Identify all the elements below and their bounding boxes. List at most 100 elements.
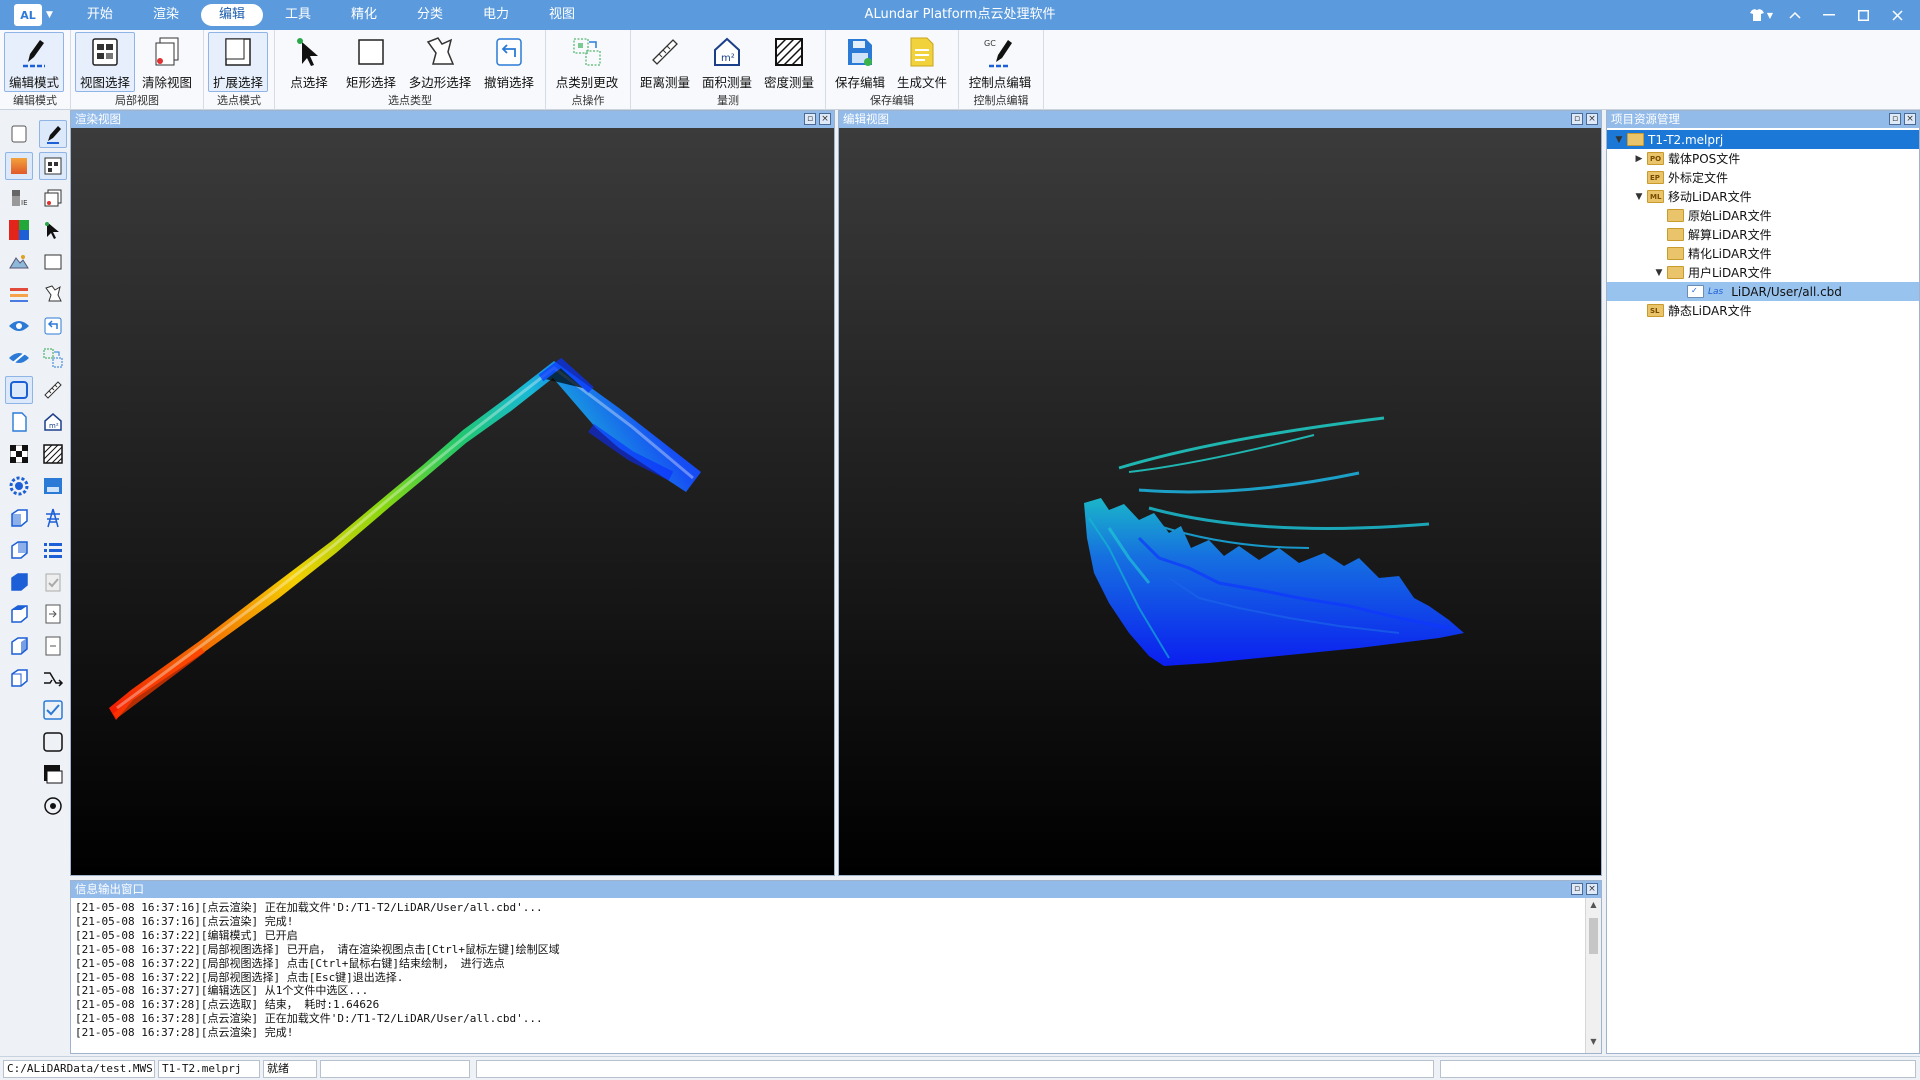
app-logo[interactable]: AL xyxy=(14,4,42,26)
tree-item[interactable]: ▼ 用户LiDAR文件 xyxy=(1607,263,1919,282)
skin-icon[interactable]: ▼ xyxy=(1744,0,1778,30)
menu-tab[interactable]: 视图 xyxy=(531,4,593,26)
tree-item[interactable]: SL 静态LiDAR文件 xyxy=(1607,301,1919,320)
close-panel-button[interactable]: × xyxy=(1904,113,1916,125)
tree-item[interactable]: ▼ ML 移动LiDAR文件 xyxy=(1607,187,1919,206)
lines-render-icon[interactable] xyxy=(5,280,33,308)
menu-tab[interactable]: 工具 xyxy=(267,4,329,26)
page-flip-icon[interactable] xyxy=(5,408,33,436)
close-panel-button[interactable]: × xyxy=(1586,883,1598,895)
close-panel-button[interactable]: × xyxy=(1586,113,1598,125)
minimize-icon[interactable] xyxy=(1812,0,1846,30)
checkbox-checked-icon[interactable] xyxy=(39,696,67,724)
edit-view-canvas[interactable] xyxy=(839,128,1601,875)
tree-item[interactable]: ▼ T1-T2.melprj xyxy=(1607,130,1919,149)
eye-hide-icon[interactable] xyxy=(5,344,33,372)
merge-arrow-icon[interactable] xyxy=(39,664,67,692)
bottom-view-icon[interactable] xyxy=(5,600,33,628)
ribbon-button[interactable]: GC 控制点编辑 xyxy=(963,32,1037,92)
class-change-small-icon[interactable] xyxy=(39,344,67,372)
clipboard-check-icon[interactable] xyxy=(39,568,67,596)
tree-item[interactable]: 原始LiDAR文件 xyxy=(1607,206,1919,225)
tree-item[interactable]: 解算LiDAR文件 xyxy=(1607,225,1919,244)
float-panel-button[interactable]: ▫ xyxy=(1571,113,1583,125)
project-panel-header: 项目资源管理 ▫ × xyxy=(1607,111,1919,128)
remove-doc-icon[interactable] xyxy=(39,632,67,660)
ruler-small-icon[interactable] xyxy=(39,376,67,404)
radio-target-icon[interactable] xyxy=(39,792,67,820)
ribbon-button[interactable]: 点选择 xyxy=(279,32,339,92)
log-scrollbar[interactable]: ▲ ▼ xyxy=(1585,898,1601,1053)
expand-toggle-icon[interactable]: ▼ xyxy=(1613,135,1625,145)
front-view-icon[interactable] xyxy=(5,504,33,532)
ribbon-button[interactable]: 生成文件 xyxy=(892,32,952,92)
intensity-render-icon[interactable]: IE xyxy=(5,184,33,212)
tree-item[interactable]: 精化LiDAR文件 xyxy=(1607,244,1919,263)
density-small-icon[interactable] xyxy=(39,440,67,468)
area-small-icon[interactable]: m² xyxy=(39,408,67,436)
float-panel-button[interactable]: ▫ xyxy=(804,113,816,125)
ribbon-button[interactable]: 保存编辑 xyxy=(830,32,890,92)
menu-tab[interactable]: 编辑 xyxy=(200,4,263,26)
right-view-icon[interactable] xyxy=(5,664,33,692)
float-panel-button[interactable]: ▫ xyxy=(1571,883,1583,895)
menu-tab[interactable]: 分类 xyxy=(399,4,461,26)
expand-toggle-icon[interactable]: ▶ xyxy=(1633,154,1645,164)
edit-pen-icon[interactable] xyxy=(39,120,67,148)
expand-toggle-icon[interactable]: ▼ xyxy=(1653,268,1665,278)
pointer-icon[interactable] xyxy=(39,216,67,244)
ribbon-button[interactable]: m² 面积测量 xyxy=(697,32,757,92)
eye-show-icon[interactable] xyxy=(5,312,33,340)
checkbox-empty-icon[interactable] xyxy=(39,728,67,756)
ribbon-button[interactable]: 点类别更改 xyxy=(550,32,624,92)
color-render-icon[interactable] xyxy=(5,152,33,180)
tree-item[interactable]: EP 外标定文件 xyxy=(1607,168,1919,187)
ribbon-button[interactable]: 矩形选择 xyxy=(341,32,401,92)
logo-dropdown-icon[interactable]: ▼ xyxy=(46,10,53,20)
maximize-icon[interactable] xyxy=(1846,0,1880,30)
ribbon-button[interactable]: 撤销选择 xyxy=(479,32,539,92)
top-view-icon[interactable] xyxy=(5,568,33,596)
ribbon-button[interactable]: 视图选择 xyxy=(75,32,135,92)
scroll-down-icon[interactable]: ▼ xyxy=(1586,1037,1601,1051)
tree-item[interactable]: ▶ PO 载体POS文件 xyxy=(1607,149,1919,168)
undo-select-icon[interactable] xyxy=(39,312,67,340)
back-view-icon[interactable] xyxy=(5,536,33,564)
tree-item[interactable]: ✓ Las LiDAR/User/all.cbd xyxy=(1607,282,1919,301)
ribbon-button[interactable]: 扩展选择 xyxy=(208,32,268,92)
polygon-select-icon[interactable] xyxy=(39,280,67,308)
close-panel-button[interactable]: × xyxy=(819,113,831,125)
float-panel-button[interactable]: ▫ xyxy=(1889,113,1901,125)
import-arrow-icon[interactable] xyxy=(39,600,67,628)
rectangle-select-icon[interactable] xyxy=(39,248,67,276)
checker-icon[interactable] xyxy=(5,440,33,468)
menu-tab[interactable]: 开始 xyxy=(69,4,131,26)
folder-icon: SL xyxy=(1647,304,1664,317)
menu-tab[interactable]: 电力 xyxy=(465,4,527,26)
save-edit-small-icon[interactable] xyxy=(39,472,67,500)
ribbon-button[interactable]: 清除视图 xyxy=(137,32,197,92)
render-view-canvas[interactable] xyxy=(71,128,834,875)
ribbon-button[interactable]: 编辑模式 xyxy=(4,32,64,92)
ribbon-button[interactable]: 距离测量 xyxy=(635,32,695,92)
scroll-up-icon[interactable]: ▲ xyxy=(1586,900,1601,914)
close-icon[interactable] xyxy=(1880,0,1914,30)
expand-toggle-icon[interactable]: ▼ xyxy=(1633,192,1645,202)
ribbon-button[interactable]: 密度测量 xyxy=(759,32,819,92)
menu-tab[interactable]: 渲染 xyxy=(135,4,197,26)
elevation-render-icon[interactable] xyxy=(5,248,33,276)
ribbon-button[interactable]: 多边形选择 xyxy=(403,32,477,92)
blank-layer-icon[interactable] xyxy=(5,120,33,148)
gear-icon[interactable] xyxy=(5,472,33,500)
menu-tab[interactable]: 精化 xyxy=(333,4,395,26)
layer-fill-icon[interactable] xyxy=(39,760,67,788)
scroll-thumb[interactable] xyxy=(1589,918,1598,954)
left-view-icon[interactable] xyxy=(5,632,33,660)
list-icon[interactable] xyxy=(39,536,67,564)
collapse-ribbon-icon[interactable] xyxy=(1778,0,1812,30)
class-render-icon[interactable] xyxy=(5,216,33,244)
view-select-small-icon[interactable] xyxy=(39,152,67,180)
frame-select-icon[interactable] xyxy=(5,376,33,404)
clear-view-small-icon[interactable] xyxy=(39,184,67,212)
power-tower-icon[interactable] xyxy=(39,504,67,532)
